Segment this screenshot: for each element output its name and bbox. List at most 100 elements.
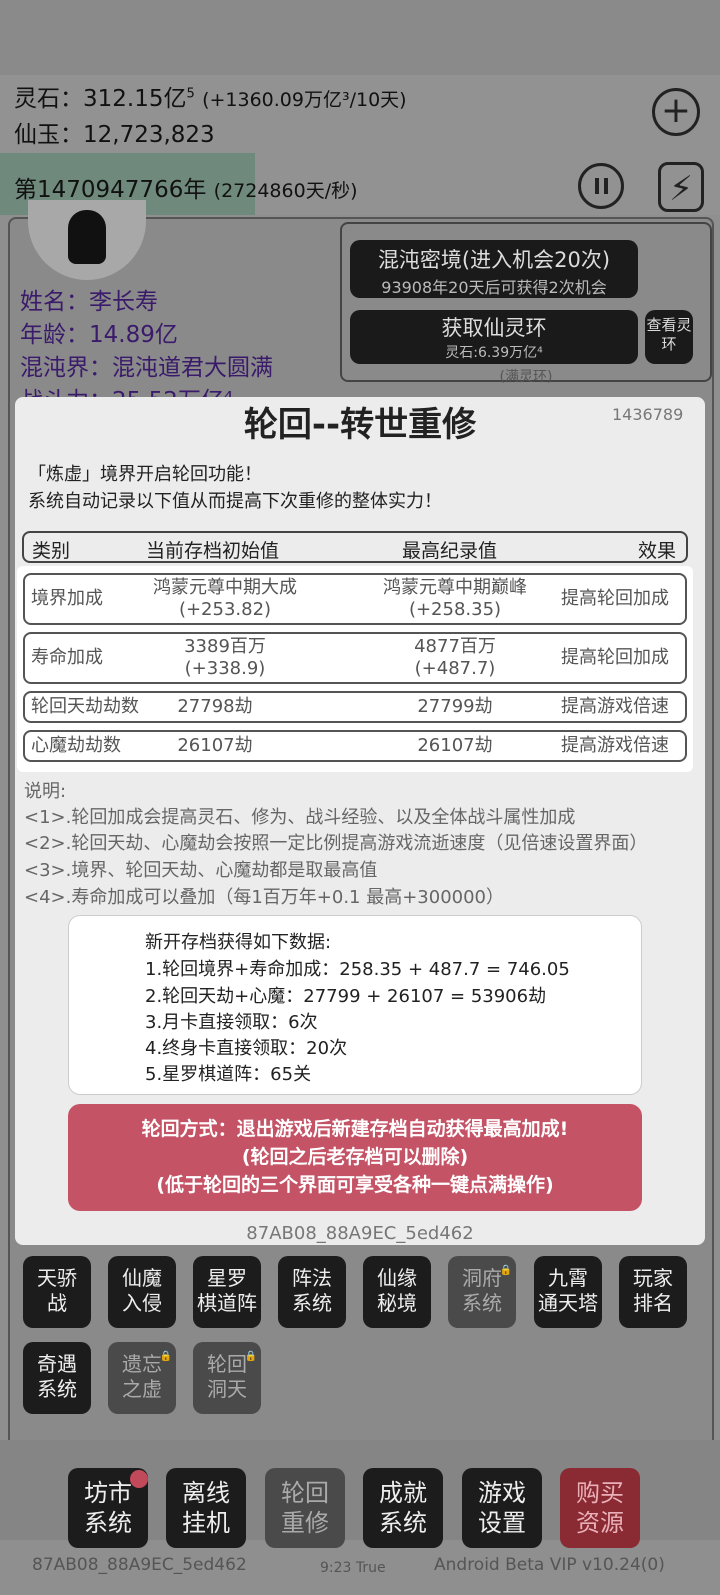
feature-button[interactable]: 阵法 系统 xyxy=(278,1256,346,1328)
row-max: 26107劫 xyxy=(417,735,493,756)
feature-label-1: 玩家 xyxy=(633,1266,673,1290)
gain-line: 1.轮回境界+寿命加成：258.35 + 487.7 = 746.05 xyxy=(145,959,570,980)
note-line: <2>.轮回天劫、心魔劫会按照一定比例提高游戏流逝速度（见倍速设置界面） xyxy=(24,833,648,854)
row-max: 27799劫 xyxy=(417,696,493,717)
feature-button[interactable]: 洞府 系统 🔒 xyxy=(448,1256,516,1328)
feature-label-2: 系统 xyxy=(462,1291,502,1315)
add-resource-button[interactable]: + xyxy=(652,88,700,136)
feature-button[interactable]: 仙魔 入侵 xyxy=(108,1256,176,1328)
header-effect: 效果 xyxy=(638,540,677,562)
feature-button[interactable]: 仙缘 秘境 xyxy=(363,1256,431,1328)
gain-line: 2.轮回天劫+心魔：27799 + 26107 = 53906劫 xyxy=(145,986,547,1007)
feature-button[interactable]: 轮回 洞天 🔒 xyxy=(193,1342,261,1414)
lock-icon: 🔒 xyxy=(159,1351,172,1362)
method-line: 轮回方式：退出游戏后新建存档自动获得最高加成! xyxy=(141,1118,569,1140)
bottom-label-2: 资源 xyxy=(576,1509,624,1537)
table-row: 寿命加成 3389百万 (+338.9) 4877百万 (+487.7) 提高轮回加… xyxy=(23,632,687,684)
row-effect: 提高轮回加成 xyxy=(561,647,669,668)
spirit-stone-exponent: 5 xyxy=(186,86,195,102)
bottom-label-1: 轮回 xyxy=(281,1479,329,1507)
fairy-ring-title: 获取仙灵环 xyxy=(441,316,547,340)
feature-label-2: 棋道阵 xyxy=(197,1291,257,1315)
char-age: 年龄：14.89亿 xyxy=(20,322,178,348)
dialog-footer-id: 87AB08_88A9EC_5ed462 xyxy=(246,1223,474,1244)
feature-button[interactable]: 九霄 通天塔 xyxy=(534,1256,602,1328)
row-category: 心魔劫劫数 xyxy=(31,735,121,756)
note-line: <4>.寿命加成可以叠加（每1百万年+0.1 最高+300000） xyxy=(24,887,505,908)
feature-label-1: 九霄 xyxy=(548,1266,588,1290)
row-category: 寿命加成 xyxy=(31,647,103,668)
lock-icon: 🔒 xyxy=(244,1351,257,1362)
gain-line: 4.终身卡直接领取：20次 xyxy=(145,1038,348,1059)
speed-bolt-icon[interactable]: ⚡ xyxy=(658,162,704,212)
reincarnation-method-button[interactable]: 轮回方式：退出游戏后新建存档自动获得最高加成! (轮回之后老存档可以删除) (低… xyxy=(68,1104,642,1211)
header-max: 最高纪录值 xyxy=(402,540,498,562)
chaos-realm-title: 混沌密境(进入机会20次) xyxy=(377,248,611,272)
method-line: (轮回之后老存档可以删除) xyxy=(241,1146,469,1168)
feature-button[interactable]: 玩家 排名 xyxy=(619,1256,687,1328)
row-max: 鸿蒙元尊中期巅峰 (+258.35) xyxy=(355,577,555,621)
fairy-ring-cost: 灵石:6.39万亿⁴ xyxy=(445,345,543,361)
table-header: 类别 当前存档初始值 最高纪录值 效果 xyxy=(22,531,688,563)
bottom-nav-button[interactable]: 成就 系统 xyxy=(363,1468,443,1548)
spirit-stone-label: 灵石： xyxy=(14,86,83,112)
char-name: 姓名：李长寿 xyxy=(20,289,158,315)
chaos-realm-button[interactable]: 混沌密境(进入机会20次) 93908年20天后可获得2次机会 xyxy=(350,240,638,298)
char-realm: 混沌界：混沌道君大圆满 xyxy=(20,355,273,381)
row-effect: 提高游戏倍速 xyxy=(561,735,669,756)
feature-label-2: 入侵 xyxy=(122,1291,162,1315)
footer-version: Android Beta VIP v10.24(0) xyxy=(434,1555,665,1575)
feature-label-2: 洞天 xyxy=(207,1377,247,1401)
notification-dot xyxy=(130,1470,148,1488)
feature-label-2: 秘境 xyxy=(377,1291,417,1315)
meditating-figure-icon xyxy=(68,210,106,264)
bottom-label-2: 挂机 xyxy=(182,1509,230,1537)
row-current: 27798劫 xyxy=(177,696,253,717)
bottom-label-1: 成就 xyxy=(379,1479,427,1507)
view-ring-button[interactable]: 查看灵环 xyxy=(645,310,693,364)
row-max-main: 4877百万 xyxy=(414,636,496,657)
gain-line: 5.星罗棋道阵：65关 xyxy=(145,1064,312,1085)
resource-bar: 灵石：312.15亿5 (+1360.09万亿³/10天) 仙玉：12,723,… xyxy=(0,75,720,153)
fairy-ring-button[interactable]: 获取仙灵环 灵石:6.39万亿⁴ xyxy=(350,310,638,364)
top-band xyxy=(0,0,720,75)
feature-button[interactable]: 奇遇 系统 xyxy=(23,1342,91,1414)
feature-label-1: 星罗 xyxy=(207,1266,247,1290)
feature-label-2: 通天塔 xyxy=(538,1291,598,1315)
bottom-nav-button[interactable]: 轮回 重修 xyxy=(265,1468,345,1548)
bottom-label-1: 游戏 xyxy=(478,1479,526,1507)
feature-button[interactable]: 星罗 棋道阵 xyxy=(193,1256,261,1328)
bottom-nav-button[interactable]: 离线 挂机 xyxy=(166,1468,246,1548)
row-effect: 提高游戏倍速 xyxy=(561,696,669,717)
row-current: 3389百万 (+338.9) xyxy=(120,636,330,680)
spirit-stone-line: 灵石：312.15亿5 (+1360.09万亿³/10天) xyxy=(14,79,407,113)
method-line: (低于轮回的三个界面可享受各种一键点满操作) xyxy=(156,1174,554,1196)
table-row: 境界加成 鸿蒙元尊中期大成 (+253.82) 鸿蒙元尊中期巅峰 (+258.35)… xyxy=(23,573,687,625)
footer-id: 87AB08_88A9EC_5ed462 xyxy=(32,1555,247,1575)
row-current-sub: (+338.9) xyxy=(184,658,266,679)
bottom-label-2: 重修 xyxy=(281,1509,329,1537)
full-ring-label: (满灵环) xyxy=(499,369,553,385)
year-speed: (2724860天/秒) xyxy=(213,180,358,202)
feature-button[interactable]: 遗忘 之虚 🔒 xyxy=(108,1342,176,1414)
gain-line: 3.月卡直接领取：6次 xyxy=(145,1012,318,1033)
feature-label-1: 仙缘 xyxy=(377,1266,417,1290)
bottom-label-2: 设置 xyxy=(478,1509,526,1537)
row-max: 4877百万 (+487.7) xyxy=(355,636,555,680)
pause-button[interactable] xyxy=(578,163,624,209)
row-current-sub: (+253.82) xyxy=(178,599,272,620)
note-line: <3>.境界、轮回天劫、心魔劫都是取最高值 xyxy=(24,860,378,881)
feature-label-2: 战 xyxy=(47,1291,67,1315)
bottom-label-2: 系统 xyxy=(379,1509,427,1537)
row-current: 鸿蒙元尊中期大成 (+253.82) xyxy=(120,577,330,621)
row-current-main: 鸿蒙元尊中期大成 xyxy=(153,577,297,598)
row-max-sub: (+487.7) xyxy=(414,658,496,679)
bottom-nav-button[interactable]: 购买 资源 xyxy=(560,1468,640,1548)
feature-label-2: 系统 xyxy=(37,1377,77,1401)
bottom-label-2: 系统 xyxy=(84,1509,132,1537)
lock-icon: 🔒 xyxy=(499,1265,512,1276)
feature-label-1: 仙魔 xyxy=(122,1266,162,1290)
bottom-nav-button[interactable]: 游戏 设置 xyxy=(462,1468,542,1548)
feature-button[interactable]: 天骄战 xyxy=(23,1256,91,1328)
row-category: 境界加成 xyxy=(31,588,103,609)
